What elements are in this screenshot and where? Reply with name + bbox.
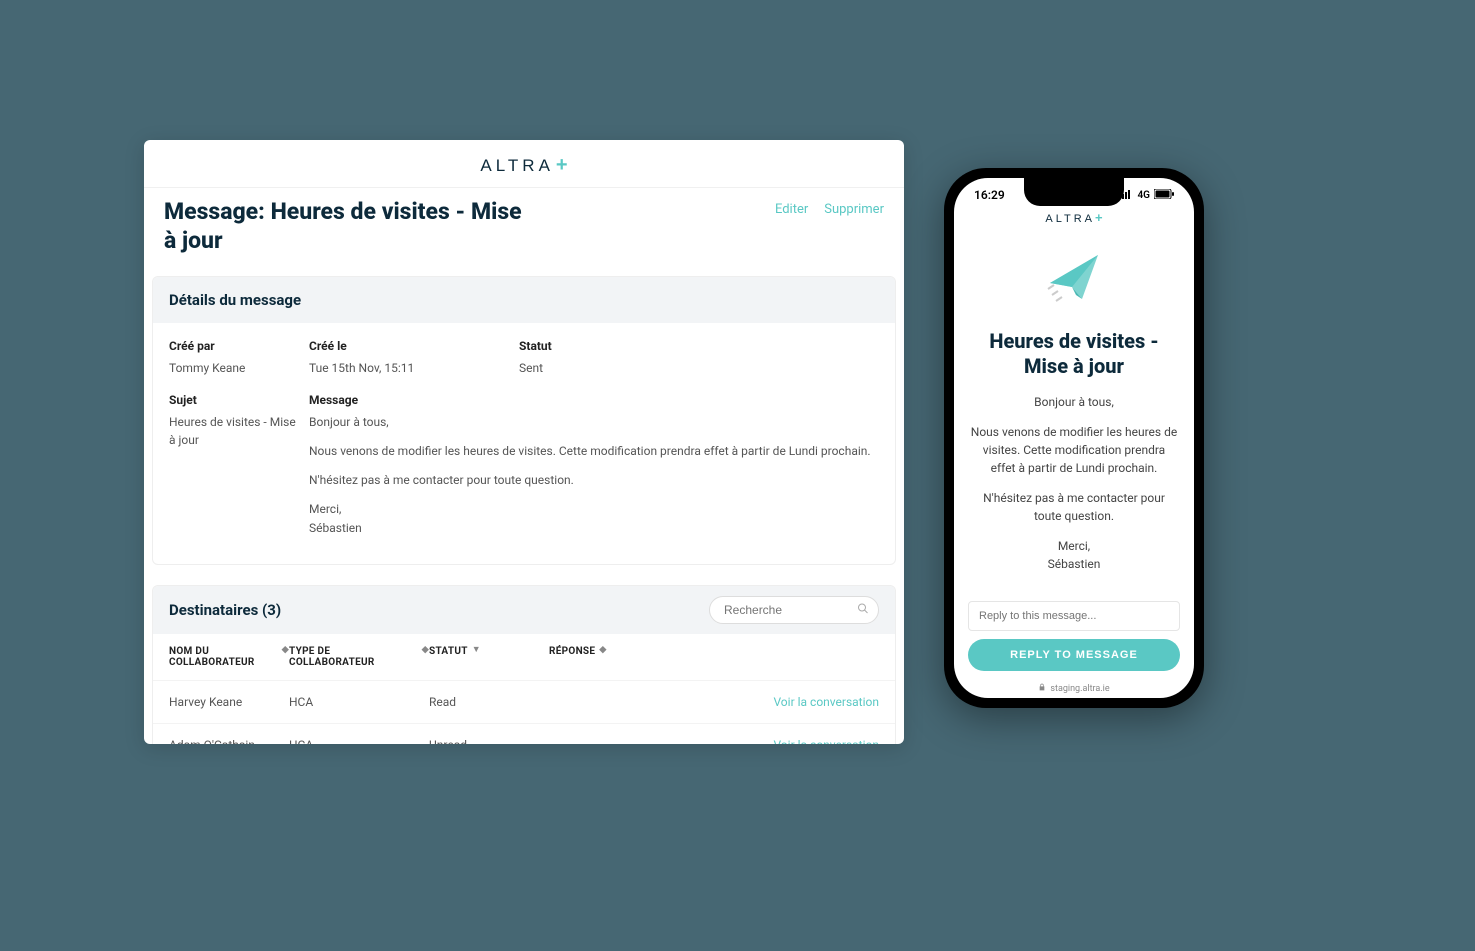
app-header: ALTRA+ bbox=[144, 140, 904, 188]
msg-line: Merci, bbox=[309, 500, 879, 519]
plus-icon: + bbox=[556, 154, 568, 177]
msg-line: N'hésitez pas à me contacter pour toute … bbox=[309, 471, 879, 490]
view-conversation-link[interactable]: Voir la conversation bbox=[669, 738, 879, 744]
table-header: NOM DU COLLABORATEUR◆ TYPE DE COLLABORAT… bbox=[153, 634, 895, 680]
phone-mockup: 16:29 4G ALTRA+ bbox=[944, 168, 1204, 708]
cell-name: Adam O'Cathain bbox=[169, 738, 289, 744]
recipients-title: Destinataires (3) bbox=[169, 601, 281, 619]
subject-value: Heures de visites - Mise à jour bbox=[169, 413, 299, 449]
created-on-label: Créé le bbox=[309, 339, 509, 353]
phone-url-bar: staging.altra.ie bbox=[954, 675, 1194, 698]
page-header: Message: Heures de visites - Mise à jour… bbox=[144, 188, 904, 276]
brand-logo: ALTRA+ bbox=[480, 154, 567, 177]
phone-msg-line: Nous venons de modifier les heures de vi… bbox=[970, 423, 1178, 477]
desktop-window: ALTRA+ Message: Heures de visites - Mise… bbox=[144, 140, 904, 744]
delete-link[interactable]: Supprimer bbox=[824, 202, 884, 217]
reply-button[interactable]: REPLY TO MESSAGE bbox=[968, 639, 1180, 671]
details-card: Détails du message Créé par Tommy Keane … bbox=[152, 276, 896, 566]
col-type[interactable]: TYPE DE COLLABORATEUR◆ bbox=[289, 646, 429, 668]
phone-msg-line: Merci, bbox=[970, 537, 1178, 555]
recipients-table: NOM DU COLLABORATEUR◆ TYPE DE COLLABORAT… bbox=[153, 634, 895, 744]
plus-icon: + bbox=[1095, 210, 1103, 225]
phone-msg-line: Sébastien bbox=[970, 555, 1178, 573]
recipients-header: Destinataires (3) bbox=[153, 586, 895, 634]
edit-link[interactable]: Editer bbox=[775, 202, 808, 217]
cell-type: HCA bbox=[289, 738, 429, 744]
phone-time: 16:29 bbox=[974, 188, 1005, 202]
cell-status: Unread bbox=[429, 738, 549, 744]
subject-row: Sujet Heures de visites - Mise à jour Me… bbox=[153, 393, 895, 565]
col-response[interactable]: RÉPONSE◆ bbox=[549, 646, 669, 668]
view-conversation-link[interactable]: Voir la conversation bbox=[669, 695, 879, 709]
table-row: Harvey Keane HCA Read Voir la conversati… bbox=[153, 680, 895, 723]
phone-message-body: Bonjour à tous, Nous venons de modifier … bbox=[970, 393, 1178, 585]
sort-icon: ▼ bbox=[472, 646, 481, 655]
status-value: Sent bbox=[519, 359, 879, 377]
created-by-label: Créé par bbox=[169, 339, 299, 353]
created-on-value: Tue 15th Nov, 15:11 bbox=[309, 359, 509, 377]
recipients-card: Destinataires (3) NOM DU COLLABORATEUR◆ … bbox=[152, 585, 896, 744]
reply-input[interactable] bbox=[968, 601, 1180, 631]
lock-icon bbox=[1038, 683, 1046, 694]
subject-label: Sujet bbox=[169, 393, 299, 407]
msg-line: Bonjour à tous, bbox=[309, 413, 879, 432]
msg-line: Sébastien bbox=[309, 519, 879, 538]
battery-icon bbox=[1154, 189, 1174, 202]
phone-msg-line: Bonjour à tous, bbox=[970, 393, 1178, 411]
phone-brand-logo: ALTRA+ bbox=[954, 206, 1194, 229]
phone-msg-line: N'hésitez pas à me contacter pour toute … bbox=[970, 489, 1178, 525]
sort-icon: ◆ bbox=[282, 646, 289, 655]
phone-status-right: 4G bbox=[1119, 189, 1174, 202]
created-by-value: Tommy Keane bbox=[169, 359, 299, 377]
details-title: Détails du message bbox=[153, 277, 895, 323]
search-input[interactable] bbox=[709, 596, 879, 624]
phone-content: Heures de visites - Mise à jour Bonjour … bbox=[954, 229, 1194, 601]
col-status[interactable]: STATUT▼ bbox=[429, 646, 549, 668]
phone-message-title: Heures de visites - Mise à jour bbox=[970, 329, 1178, 379]
search-box bbox=[709, 596, 879, 624]
message-body: Bonjour à tous, Nous venons de modifier … bbox=[309, 413, 879, 539]
details-grid: Créé par Tommy Keane Créé le Tue 15th No… bbox=[153, 323, 895, 393]
cell-type: HCA bbox=[289, 695, 429, 709]
phone-screen: 16:29 4G ALTRA+ bbox=[954, 178, 1194, 698]
brand-text: ALTRA bbox=[480, 156, 554, 176]
page-title: Message: Heures de visites - Mise à jour bbox=[164, 198, 524, 256]
col-name[interactable]: NOM DU COLLABORATEUR◆ bbox=[169, 646, 289, 668]
cell-status: Read bbox=[429, 695, 549, 709]
status-label: Statut bbox=[519, 339, 879, 353]
paper-plane-icon bbox=[1042, 247, 1106, 315]
network-label: 4G bbox=[1137, 190, 1150, 201]
sort-icon: ◆ bbox=[599, 646, 606, 655]
sort-icon: ◆ bbox=[422, 646, 429, 655]
phone-url-text: staging.altra.ie bbox=[1050, 684, 1109, 694]
search-icon bbox=[857, 603, 869, 618]
cell-name: Harvey Keane bbox=[169, 695, 289, 709]
table-row: Adam O'Cathain HCA Unread Voir la conver… bbox=[153, 723, 895, 744]
msg-line: Nous venons de modifier les heures de vi… bbox=[309, 442, 879, 461]
phone-notch bbox=[1024, 178, 1124, 206]
phone-reply-area: REPLY TO MESSAGE bbox=[954, 601, 1194, 675]
message-label: Message bbox=[309, 393, 879, 407]
page-actions: Editer Supprimer bbox=[763, 198, 884, 217]
